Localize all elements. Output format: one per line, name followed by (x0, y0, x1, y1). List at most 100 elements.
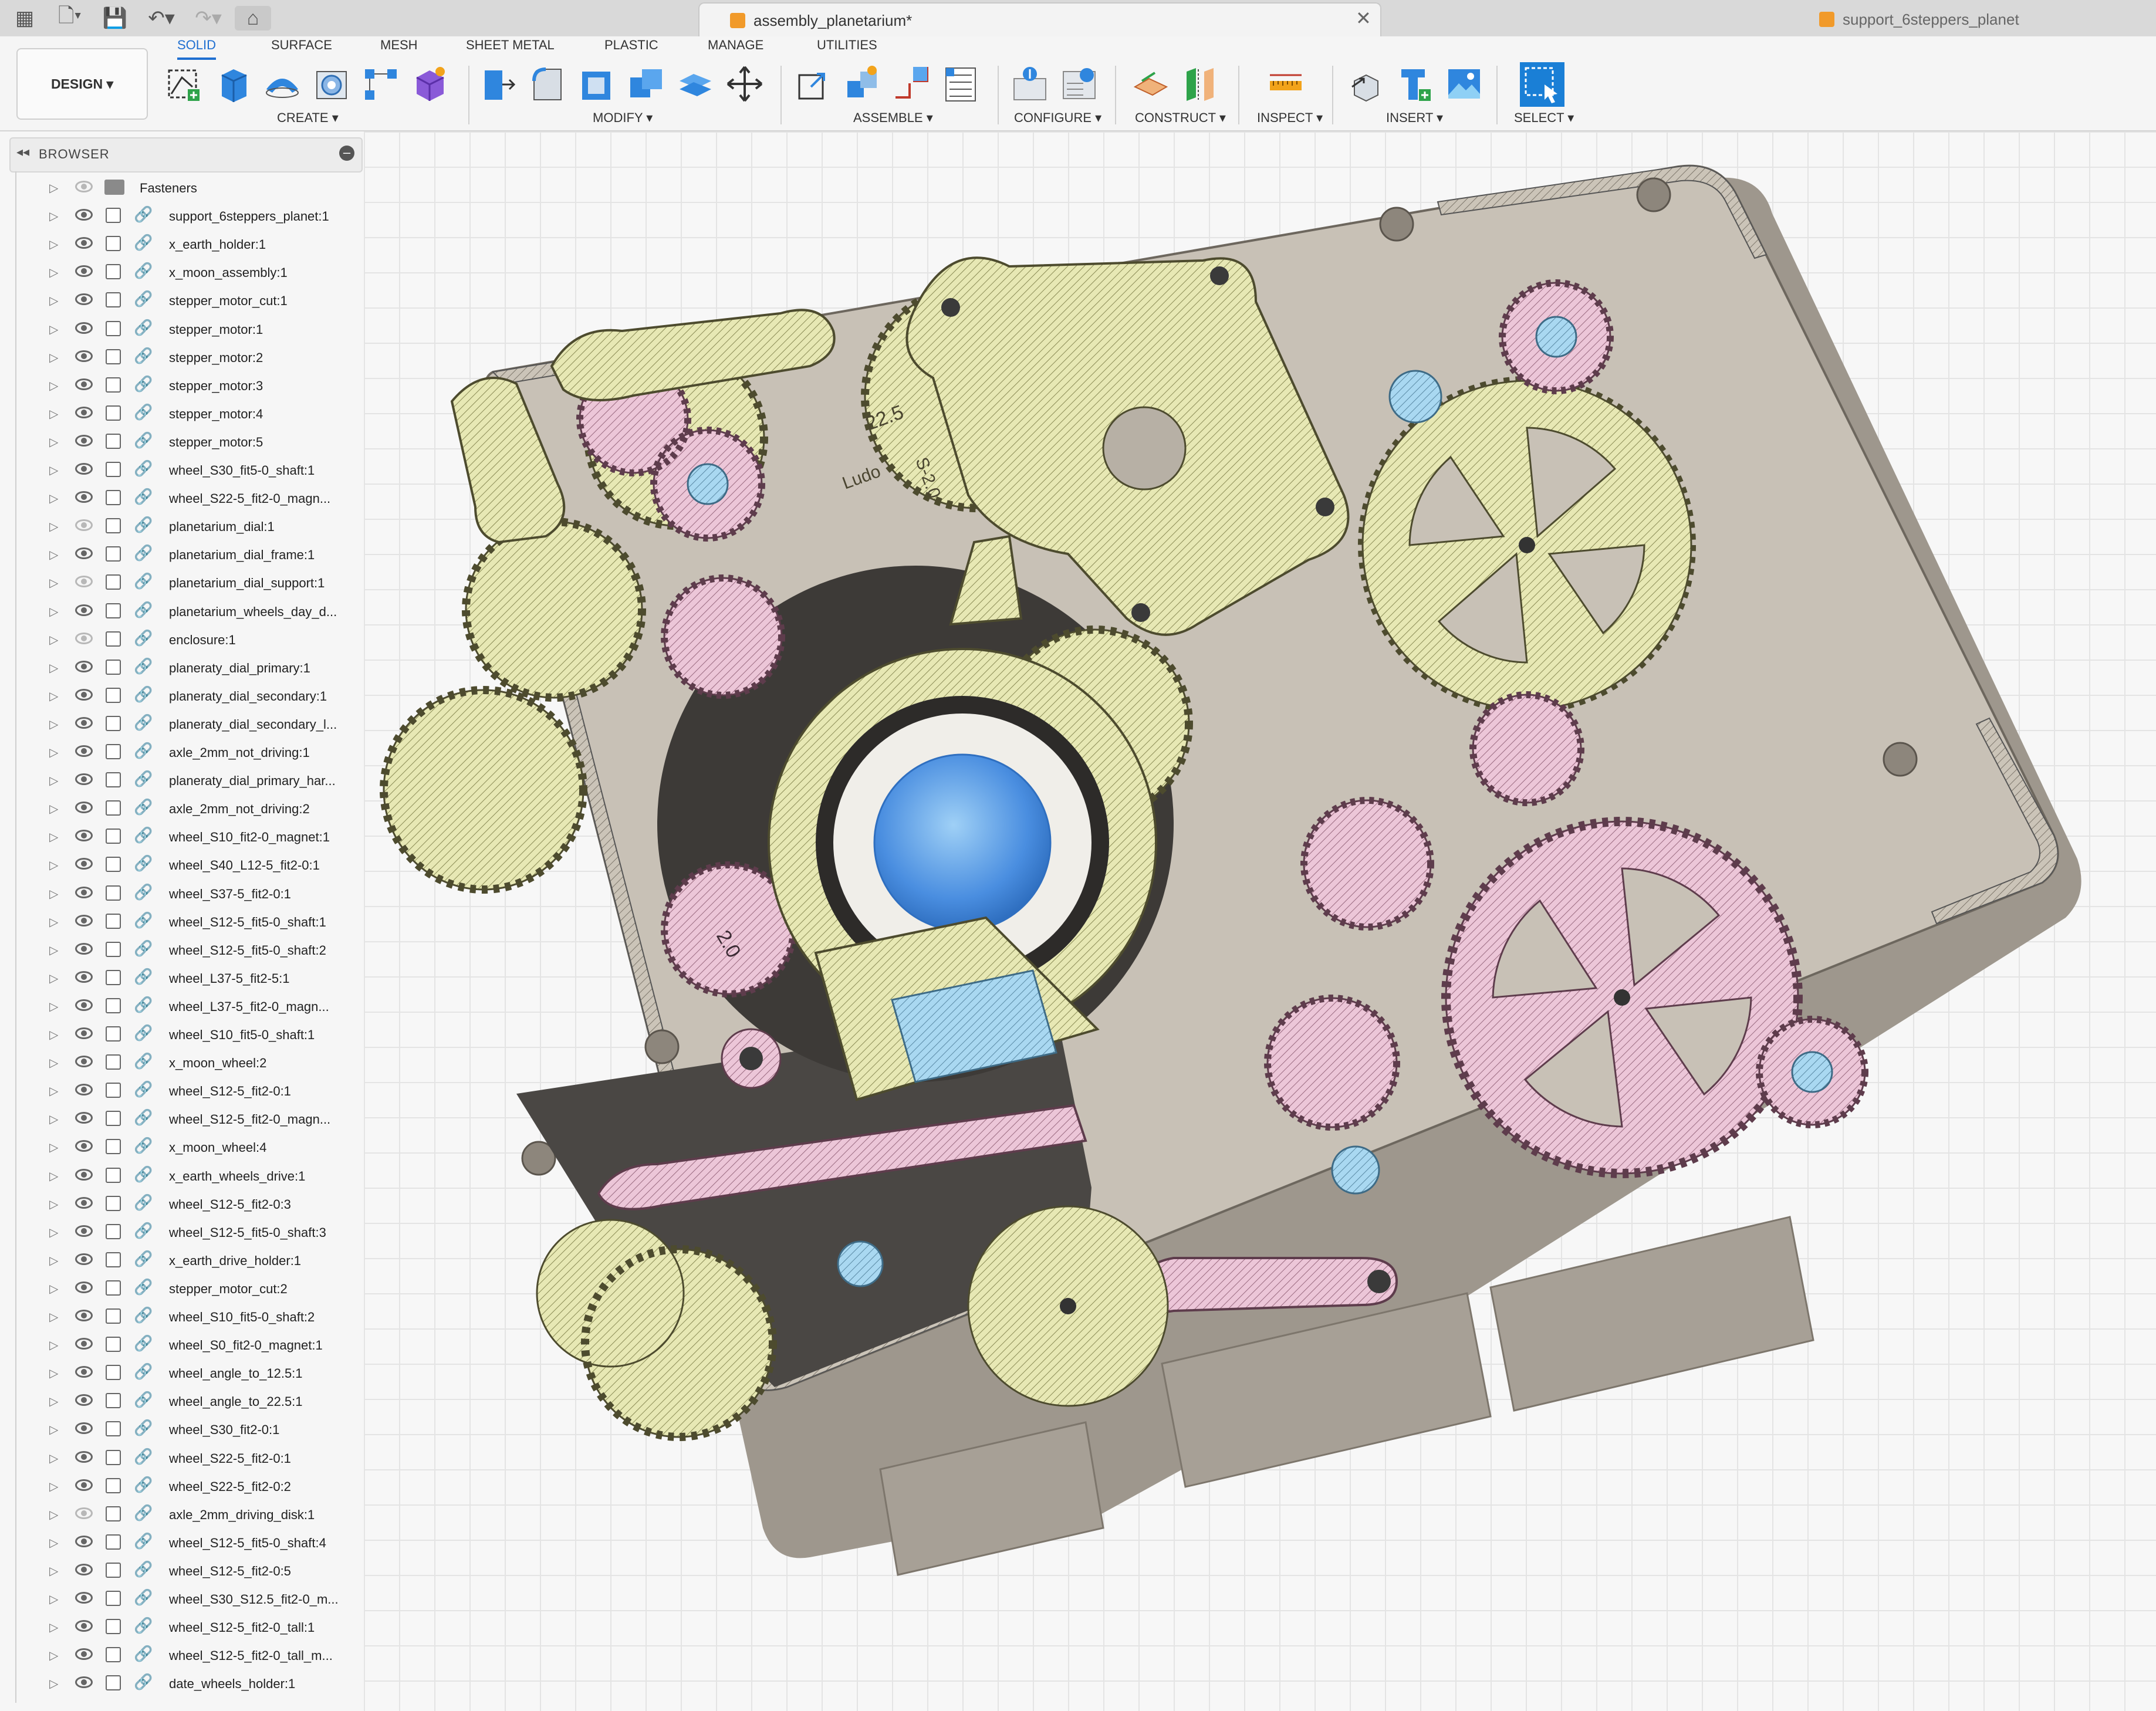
visibility-eye-icon[interactable] (75, 237, 93, 249)
browser-folder[interactable]: ▷ Fasteners (41, 175, 358, 201)
expand-arrow-icon[interactable]: ▷ (49, 1564, 58, 1578)
visibility-eye-icon[interactable] (75, 1310, 93, 1321)
expand-arrow-icon[interactable]: ▷ (49, 858, 58, 873)
visibility-eye-icon[interactable] (75, 858, 93, 870)
browser-component[interactable]: ▷ 🔗 wheel_S10_fit2-0_magnet:1 (41, 824, 358, 850)
visibility-eye-icon[interactable] (75, 519, 93, 532)
visibility-eye-icon[interactable] (75, 1479, 93, 1491)
browser-component[interactable]: ▷ 🔗 wheel_S12-5_fit2-0:3 (41, 1191, 358, 1217)
expand-arrow-icon[interactable]: ▷ (49, 547, 58, 562)
browser-component[interactable]: ▷ 🔗 axle_2mm_not_driving:1 (41, 739, 358, 765)
document-tab-active[interactable]: assembly_planetarium* (698, 2, 1381, 38)
home-icon[interactable]: ⌂ (235, 6, 271, 31)
expand-arrow-icon[interactable]: ▷ (49, 745, 58, 760)
expand-arrow-icon[interactable]: ▷ (49, 633, 58, 647)
visibility-eye-icon[interactable] (75, 1648, 93, 1661)
modify-menu[interactable]: MODIFY ▾ (593, 110, 653, 126)
browser-component[interactable]: ▷ 🔗 wheel_S22-5_fit2-0:2 (41, 1473, 358, 1499)
expand-arrow-icon[interactable]: ▷ (49, 435, 58, 449)
tab-solid[interactable]: SOLID (177, 38, 217, 60)
browser-component[interactable]: ▷ 🔗 wheel_S12-5_fit2-0_tall_m... (41, 1642, 358, 1668)
midplane-icon[interactable] (1181, 63, 1219, 104)
browser-component[interactable]: ▷ 🔗 wheel_S0_fit2-0_magnet:1 (41, 1332, 358, 1358)
offset-plane-icon[interactable] (1131, 63, 1170, 104)
expand-arrow-icon[interactable]: ▷ (49, 1507, 58, 1522)
visibility-eye-icon[interactable] (75, 293, 93, 306)
expand-arrow-icon[interactable]: ▷ (49, 265, 58, 280)
expand-arrow-icon[interactable]: ▷ (49, 350, 58, 365)
expand-arrow-icon[interactable]: ▷ (49, 293, 58, 308)
visibility-eye-icon[interactable] (75, 1225, 93, 1237)
browser-component[interactable]: ▷ 🔗 x_moon_wheel:4 (41, 1134, 358, 1160)
browser-component[interactable]: ▷ 🔗 axle_2mm_driving_disk:1 (41, 1502, 358, 1527)
expand-arrow-icon[interactable]: ▷ (49, 1169, 58, 1184)
form-icon[interactable] (411, 63, 450, 104)
visibility-eye-icon[interactable] (75, 1196, 93, 1209)
browser-component[interactable]: ▷ 🔗 x_earth_holder:1 (41, 231, 358, 257)
assemble-menu[interactable]: ASSEMBLE ▾ (853, 110, 933, 126)
browser-component[interactable]: ▷ 🔗 stepper_motor:2 (41, 344, 358, 370)
insert-menu[interactable]: INSERT ▾ (1386, 110, 1443, 126)
expand-arrow-icon[interactable]: ▷ (49, 1451, 58, 1466)
expand-arrow-icon[interactable]: ▷ (49, 1394, 58, 1409)
expand-arrow-icon[interactable]: ▷ (49, 209, 58, 224)
undo-icon[interactable]: ↶▾ (141, 6, 182, 31)
3d-viewport[interactable]: 22.5 S-2.0 Ludo 2.0 (364, 131, 2156, 1711)
browser-component[interactable]: ▷ 🔗 wheel_S30_S12.5_fit2-0_m... (41, 1586, 358, 1612)
expand-arrow-icon[interactable]: ▷ (49, 1084, 58, 1098)
visibility-eye-icon[interactable] (75, 491, 93, 503)
visibility-eye-icon[interactable] (75, 688, 93, 701)
expand-arrow-icon[interactable]: ▷ (49, 1648, 58, 1663)
browser-component[interactable]: ▷ 🔗 stepper_motor_cut:2 (41, 1276, 358, 1301)
browser-component[interactable]: ▷ 🔗 wheel_S22-5_fit2-0:1 (41, 1445, 358, 1471)
expand-arrow-icon[interactable]: ▷ (49, 971, 58, 986)
redo-icon[interactable]: ↷▾ (188, 6, 229, 31)
visibility-eye-icon[interactable] (75, 1168, 93, 1181)
visibility-eye-icon[interactable] (75, 1676, 93, 1689)
visibility-eye-icon[interactable] (75, 1140, 93, 1152)
visibility-eye-icon[interactable] (75, 1394, 93, 1406)
expand-arrow-icon[interactable]: ▷ (49, 322, 58, 337)
expand-arrow-icon[interactable]: ▷ (49, 1479, 58, 1494)
expand-arrow-icon[interactable]: ▷ (49, 689, 58, 704)
press-pull-icon[interactable] (479, 63, 518, 104)
browser-component[interactable]: ▷ 🔗 planetarium_dial_frame:1 (41, 542, 358, 567)
visibility-eye-icon[interactable] (75, 716, 93, 729)
hole-icon[interactable] (312, 63, 351, 104)
browser-component[interactable]: ▷ 🔗 wheel_S12-5_fit5-0_shaft:4 (41, 1530, 358, 1556)
expand-arrow-icon[interactable]: ▷ (49, 1253, 58, 1268)
visibility-eye-icon[interactable] (75, 660, 93, 672)
browser-component[interactable]: ▷ 🔗 wheel_L37-5_fit2-0_magn... (41, 993, 358, 1019)
measure-icon[interactable] (1266, 63, 1305, 104)
browser-component[interactable]: ▷ 🔗 support_6steppers_planet:1 (41, 203, 358, 229)
visibility-eye-icon[interactable] (75, 999, 93, 1011)
fillet-icon[interactable] (528, 63, 567, 104)
insert-mcmaster-icon[interactable] (1395, 63, 1434, 104)
expand-arrow-icon[interactable]: ▷ (49, 576, 58, 590)
expand-arrow-icon[interactable]: ▷ (49, 1366, 58, 1381)
insert-derive-icon[interactable] (1346, 63, 1385, 104)
expand-arrow-icon[interactable]: ▷ (49, 1422, 58, 1437)
expand-arrow-icon[interactable]: ▷ (49, 1197, 58, 1212)
expand-arrow-icon[interactable]: ▷ (49, 181, 58, 195)
browser-component[interactable]: ▷ 🔗 wheel_S12-5_fit2-0_tall:1 (41, 1614, 358, 1640)
browser-component[interactable]: ▷ 🔗 stepper_motor:3 (41, 373, 358, 398)
visibility-eye-icon[interactable] (75, 576, 93, 588)
expand-arrow-icon[interactable]: ▷ (49, 604, 58, 619)
expand-arrow-icon[interactable]: ▷ (49, 407, 58, 421)
visibility-eye-icon[interactable] (75, 830, 93, 842)
browser-component[interactable]: ▷ 🔗 stepper_motor:5 (41, 429, 358, 455)
visibility-eye-icon[interactable] (75, 1592, 93, 1604)
visibility-eye-icon[interactable] (75, 745, 93, 757)
expand-arrow-icon[interactable]: ▷ (49, 1056, 58, 1070)
visibility-eye-icon[interactable] (75, 1084, 93, 1096)
browser-component[interactable]: ▷ 🔗 wheel_angle_to_22.5:1 (41, 1388, 358, 1414)
browser-component[interactable]: ▷ 🔗 wheel_S10_fit5-0_shaft:1 (41, 1022, 358, 1047)
browser-component[interactable]: ▷ 🔗 x_earth_drive_holder:1 (41, 1247, 358, 1273)
expand-arrow-icon[interactable]: ▷ (49, 463, 58, 478)
visibility-eye-icon[interactable] (75, 1450, 93, 1463)
visibility-eye-icon[interactable] (75, 1253, 93, 1265)
browser-component[interactable]: ▷ 🔗 wheel_S12-5_fit2-0:1 (41, 1078, 358, 1104)
visibility-eye-icon[interactable] (75, 1620, 93, 1632)
visibility-eye-icon[interactable] (75, 406, 93, 418)
